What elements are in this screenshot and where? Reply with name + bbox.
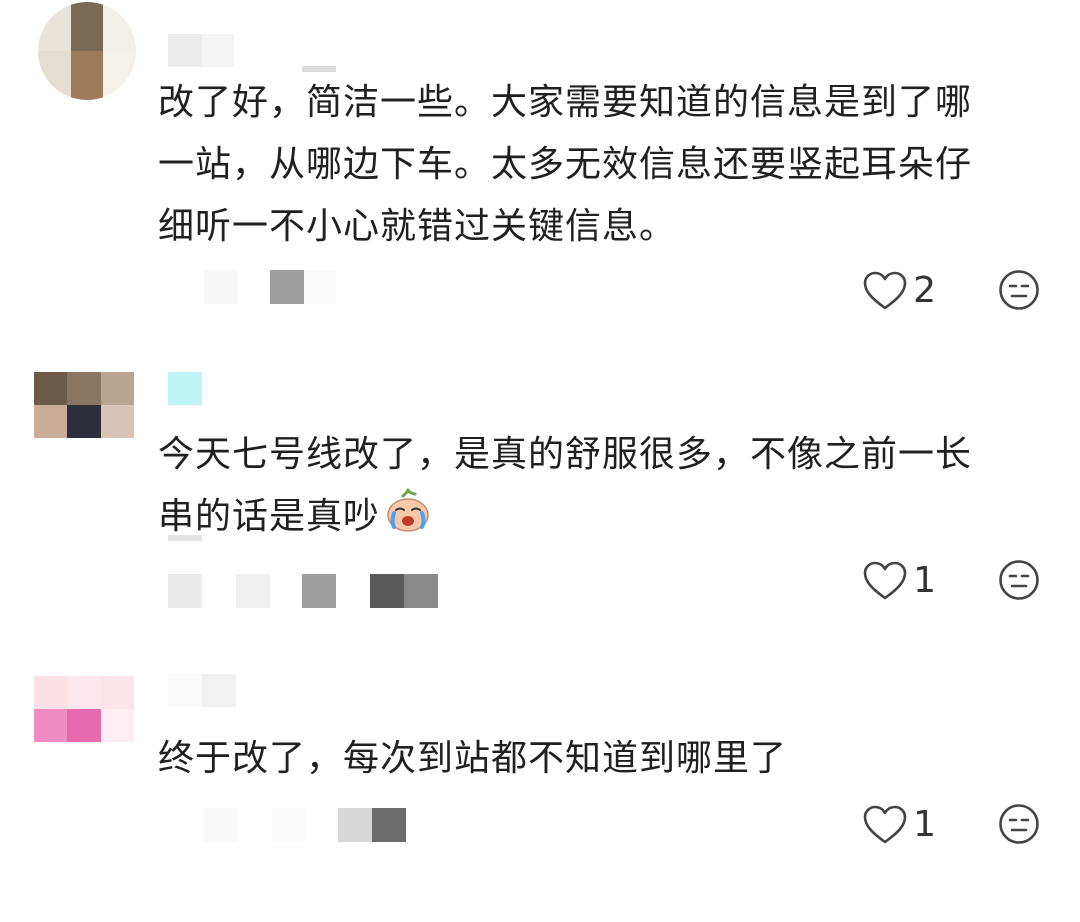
heart-outline-icon <box>863 271 907 309</box>
heart-outline-icon <box>863 561 907 599</box>
comment-meta-pixelated <box>204 270 336 304</box>
like-button[interactable]: 2 <box>863 270 936 311</box>
username-pixelated[interactable] <box>168 34 234 67</box>
like-count: 1 <box>913 560 936 601</box>
avatar[interactable] <box>34 372 134 438</box>
crying-face-emoji-icon <box>387 488 429 532</box>
avatar[interactable] <box>38 2 136 100</box>
username-pixelated[interactable] <box>168 674 236 707</box>
comment-text: 今天七号线改了，是真的舒服很多，不像之前一长 串的话是真吵 <box>158 434 973 537</box>
neutral-face-icon[interactable] <box>998 803 1040 845</box>
neutral-face-icon[interactable] <box>998 269 1040 311</box>
neutral-face-icon[interactable] <box>998 559 1040 601</box>
like-button[interactable]: 1 <box>863 804 936 845</box>
comment-meta-pixelated <box>204 808 406 842</box>
comment-text: 终于改了，每次到站都不知道到哪里了 <box>158 738 788 779</box>
like-count: 2 <box>913 270 936 311</box>
like-count: 1 <box>913 804 936 845</box>
text-divider <box>168 535 202 541</box>
avatar[interactable] <box>34 676 134 742</box>
comment-text: 改了好，简洁一些。大家需要知道的信息是到了哪 一站，从哪边下车。太多无效信息还要… <box>158 82 973 247</box>
username-pixelated[interactable] <box>168 372 202 405</box>
heart-outline-icon <box>863 805 907 843</box>
comment-meta-pixelated <box>168 574 438 608</box>
like-button[interactable]: 1 <box>863 560 936 601</box>
